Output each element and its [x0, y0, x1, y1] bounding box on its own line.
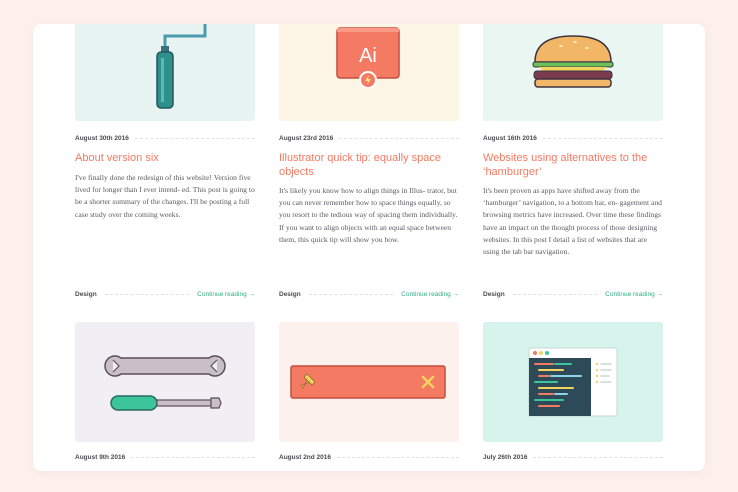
divider — [337, 456, 459, 458]
continue-reading-link[interactable]: Continue reading → — [197, 291, 255, 298]
post-card: August 2nd 2016 — [279, 322, 459, 462]
post-date: August 2nd 2016 — [279, 453, 332, 461]
post-card: August 9th 2016 — [75, 322, 255, 462]
paint-roller-icon — [156, 24, 207, 109]
divider — [134, 137, 255, 139]
post-date: August 30th 2016 — [75, 134, 129, 142]
post-date-row: August 9th 2016 — [75, 452, 255, 462]
divider — [339, 137, 459, 139]
divider — [512, 293, 598, 295]
code-editor-icon — [528, 347, 618, 417]
post-title[interactable]: Websites using alternatives to the ‘hamb… — [483, 151, 663, 179]
divider — [104, 293, 190, 295]
post-date-row: August 23rd 2016 — [279, 133, 459, 143]
post-category[interactable]: Design — [279, 291, 301, 298]
post-title[interactable]: About version six — [75, 151, 255, 165]
post-card: August 16th 2016 Websites using alternat… — [483, 24, 663, 314]
post-category[interactable]: Design — [483, 291, 505, 298]
blog-panel: August 30th 2016 About version six I've … — [33, 24, 705, 471]
post-date: August 9th 2016 — [75, 453, 126, 461]
post-thumbnail[interactable] — [483, 322, 663, 442]
post-date-row: August 2nd 2016 — [279, 452, 459, 462]
post-thumbnail[interactable] — [75, 24, 255, 121]
wrench-screwdriver-icon — [104, 355, 226, 411]
post-thumbnail[interactable]: Ai — [279, 24, 459, 121]
post-card: Ai August 23rd 2016 Illustrator quick ti… — [279, 24, 459, 314]
divider — [533, 456, 663, 458]
divider — [542, 137, 663, 139]
post-thumbnail[interactable] — [483, 24, 663, 121]
post-category[interactable]: Design — [75, 291, 97, 298]
post-footer: Design Continue reading → — [483, 289, 663, 299]
post-date: July 26th 2016 — [483, 453, 528, 461]
post-thumbnail[interactable] — [279, 322, 459, 442]
divider — [308, 293, 394, 295]
post-excerpt: It's likely you know how to align things… — [279, 186, 458, 244]
post-title[interactable]: Illustrator quick tip: equally space obj… — [279, 151, 449, 179]
continue-reading-link[interactable]: Continue reading → — [401, 291, 459, 298]
post-date-row: August 16th 2016 — [483, 133, 663, 143]
divider — [131, 456, 255, 458]
post-date: August 16th 2016 — [483, 134, 537, 142]
continue-reading-link[interactable]: Continue reading → — [605, 291, 663, 298]
post-excerpt: I've finally done the redesign of this w… — [75, 173, 255, 219]
post-date-row: August 30th 2016 — [75, 133, 255, 143]
post-date: August 23rd 2016 — [279, 134, 334, 142]
post-footer: Design Continue reading → — [75, 289, 255, 299]
post-thumbnail[interactable] — [75, 322, 255, 442]
post-card: August 30th 2016 About version six I've … — [75, 24, 255, 314]
post-card: July 26th 2016 — [483, 322, 663, 462]
hamburger-icon — [532, 35, 614, 88]
illustrator-icon: Ai — [336, 27, 400, 89]
post-footer: Design Continue reading → — [279, 289, 459, 299]
post-excerpt: It's been proven as apps have shifted aw… — [483, 186, 662, 257]
illustrator-logo-text: Ai — [359, 45, 377, 67]
post-date-row: July 26th 2016 — [483, 452, 663, 462]
pinned-bar-icon — [290, 365, 446, 399]
